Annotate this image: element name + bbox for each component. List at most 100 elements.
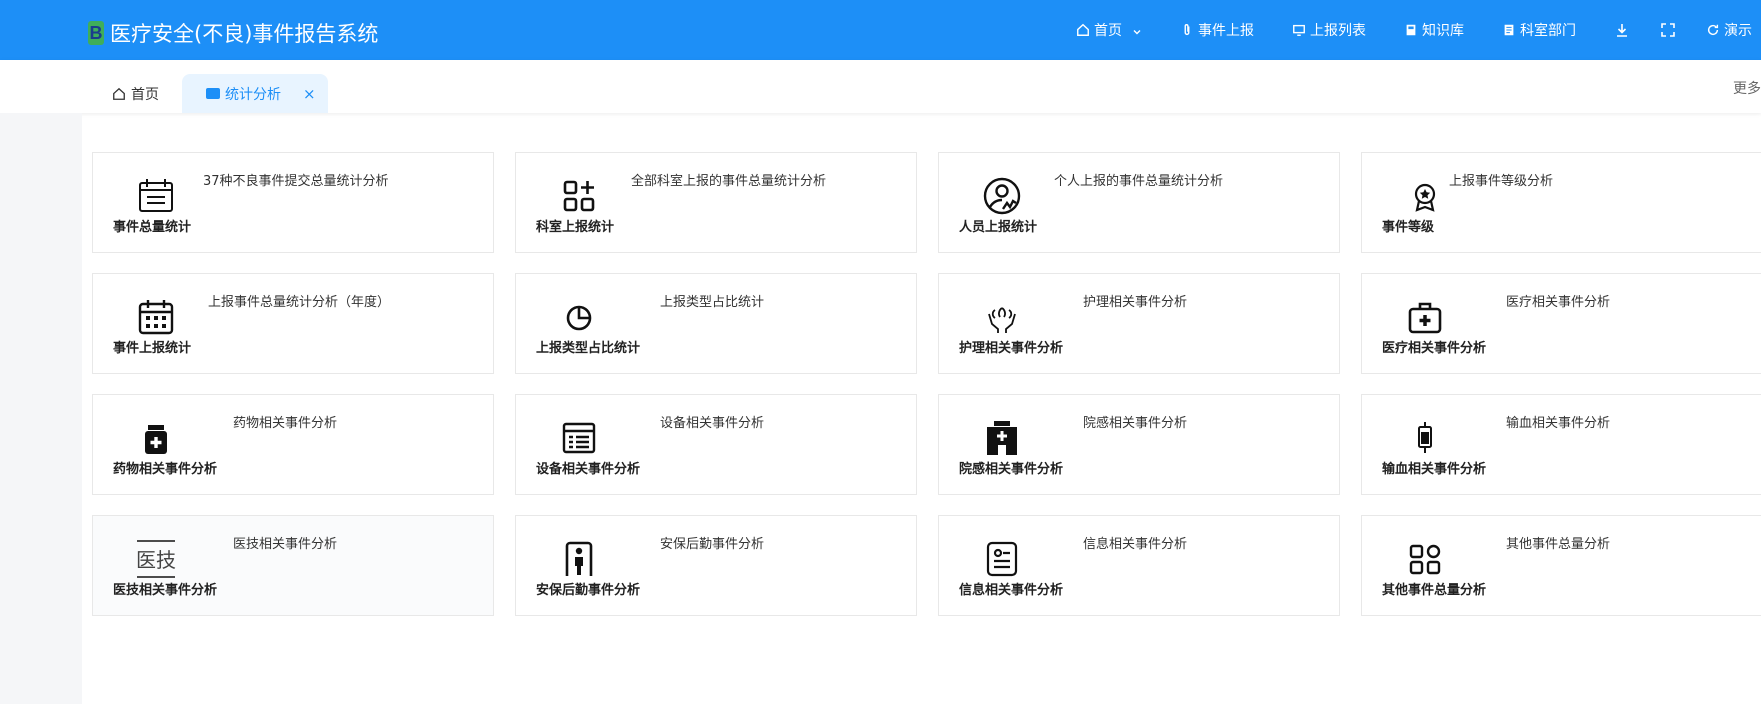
stat-card-description: 输血相关事件分析 [1506,416,1611,431]
app-title: 医疗安全(不良)事件报告系统 [110,22,379,46]
stat-card[interactable]: 其他事件总量分析 其他事件总量分析 [1361,515,1761,616]
tab-home[interactable]: 首页 [112,74,159,113]
book-icon [1404,23,1418,37]
stat-card[interactable]: 院感相关事件分析 院感相关事件分析 [938,394,1340,495]
nav-knowledge-base-label: 知识库 [1422,23,1464,39]
stat-card-title: 医技相关事件分析 [113,583,218,598]
close-icon[interactable]: × [303,85,316,103]
stat-card[interactable]: 输血相关事件分析 输血相关事件分析 [1361,394,1761,495]
calendar-grid-icon [135,296,177,338]
user-demo-menu[interactable]: 演示 [1706,20,1752,40]
top-header: B 医疗安全(不良)事件报告系统 首页 事件上报 上报列表 知识库 科室部门 演… [0,0,1761,60]
stat-card-title: 输血相关事件分析 [1382,462,1487,477]
tab-statistics[interactable]: 统计分析 × [182,74,328,113]
hospital-icon [981,417,1023,459]
stat-card-description: 设备相关事件分析 [660,416,765,431]
stat-card-description: 全部科室上报的事件总量统计分析 [631,174,827,189]
stat-card-title: 事件总量统计 [113,220,192,235]
stat-card[interactable]: 事件上报统计 上报事件总量统计分析（年度） [92,273,494,374]
stat-card-title: 设备相关事件分析 [536,462,641,477]
chevron-down-icon [1132,25,1142,35]
user-signature-icon [981,175,1023,217]
home-icon [1076,23,1090,37]
stat-card-description: 信息相关事件分析 [1083,537,1188,552]
tab-home-label: 首页 [131,86,159,103]
tab-bar: 首页 统计分析 × 更多 [0,60,1761,113]
demo-label: 演示 [1724,23,1752,39]
stat-card-title: 事件上报统计 [113,341,192,356]
stat-card-title: 其他事件总量分析 [1382,583,1487,598]
stat-card-description: 护理相关事件分析 [1083,295,1188,310]
brand[interactable]: B 医疗安全(不良)事件报告系统 [88,18,378,48]
stat-card-title: 院感相关事件分析 [959,462,1064,477]
stat-card-title: 事件等级 [1382,220,1435,235]
medtech-text-icon: 医技 [135,538,177,580]
more-tabs-button[interactable]: 更多 [1733,78,1761,98]
medicine-bottle-icon [135,417,177,459]
stat-card-description: 上报事件总量统计分析（年度） [208,295,391,310]
stats-grid: 事件总量统计 37种不良事件提交总量统计分析 科室上报统计 全部科室上报的事件总量统计… [82,130,1761,704]
stat-card[interactable]: 事件总量统计 37种不良事件提交总量统计分析 [92,152,494,253]
stat-card-title: 科室上报统计 [536,220,615,235]
nav-event-report-label: 事件上报 [1198,23,1254,39]
equipment-list-icon [558,417,600,459]
home-icon [113,87,125,100]
apps-grid-icon [1404,538,1446,580]
stat-card-title: 上报类型占比统计 [536,341,641,356]
blood-bag-icon [1404,417,1446,459]
stat-card-title: 护理相关事件分析 [959,341,1064,356]
refresh-icon [1706,23,1720,37]
stat-card-description: 安保后勤事件分析 [660,537,765,552]
nav-home-label: 首页 [1094,23,1122,39]
pie-chart-icon [558,296,600,338]
download-icon[interactable] [1614,22,1630,38]
tab-chart-icon [206,88,220,99]
stat-card-description: 医疗相关事件分析 [1506,295,1611,310]
left-gutter [0,113,82,704]
nav-report-list[interactable]: 上报列表 [1292,20,1366,40]
top-nav: 首页 事件上报 上报列表 知识库 科室部门 演示 [1076,0,1752,60]
stat-card[interactable]: 科室上报统计 全部科室上报的事件总量统计分析 [515,152,917,253]
stat-card[interactable]: 护理相关事件分析 护理相关事件分析 [938,273,1340,374]
award-icon [1404,175,1446,217]
stat-card-description: 上报类型占比统计 [660,295,765,310]
tab-statistics-label: 统计分析 [225,86,281,103]
stat-card[interactable]: 事件等级 上报事件等级分析 [1361,152,1761,253]
paperclip-icon [1180,23,1194,37]
medical-kit-icon [1404,296,1446,338]
stat-card[interactable]: 药物相关事件分析 药物相关事件分析 [92,394,494,495]
fullscreen-icon[interactable] [1660,22,1676,38]
more-label: 更多 [1733,81,1761,97]
nav-report-list-label: 上报列表 [1310,23,1366,39]
nav-departments[interactable]: 科室部门 [1502,20,1576,40]
stat-card-title: 安保后勤事件分析 [536,583,641,598]
info-card-icon [981,538,1023,580]
stat-card[interactable]: 人员上报统计 个人上报的事件总量统计分析 [938,152,1340,253]
stat-card[interactable]: 上报类型占比统计 上报类型占比统计 [515,273,917,374]
care-hands-icon [981,296,1023,338]
nav-home[interactable]: 首页 [1076,20,1142,40]
svg-text:医技: 医技 [136,548,176,572]
stat-card[interactable]: 医技 医技相关事件分析 医技相关事件分析 [92,515,494,616]
stat-card-description: 个人上报的事件总量统计分析 [1054,174,1224,189]
stat-card-description: 37种不良事件提交总量统计分析 [203,174,389,189]
stat-card-description: 药物相关事件分析 [233,416,338,431]
stat-card-title: 医疗相关事件分析 [1382,341,1487,356]
nav-knowledge-base[interactable]: 知识库 [1404,20,1464,40]
calendar-list-icon [135,175,177,217]
security-gate-icon [558,538,600,580]
stat-card-title: 药物相关事件分析 [113,462,218,477]
nav-departments-label: 科室部门 [1520,23,1576,39]
stat-card-title: 人员上报统计 [959,220,1038,235]
app-logo: B [88,21,104,45]
nav-event-report[interactable]: 事件上报 [1180,20,1254,40]
stat-card-description: 其他事件总量分析 [1506,537,1611,552]
stat-card[interactable]: 医疗相关事件分析 医疗相关事件分析 [1361,273,1761,374]
stat-card-description: 上报事件等级分析 [1449,174,1554,189]
stat-card[interactable]: 安保后勤事件分析 安保后勤事件分析 [515,515,917,616]
monitor-icon [1292,23,1306,37]
stat-card-description: 医技相关事件分析 [233,537,338,552]
stat-card-description: 院感相关事件分析 [1083,416,1188,431]
stat-card[interactable]: 设备相关事件分析 设备相关事件分析 [515,394,917,495]
stat-card[interactable]: 信息相关事件分析 信息相关事件分析 [938,515,1340,616]
